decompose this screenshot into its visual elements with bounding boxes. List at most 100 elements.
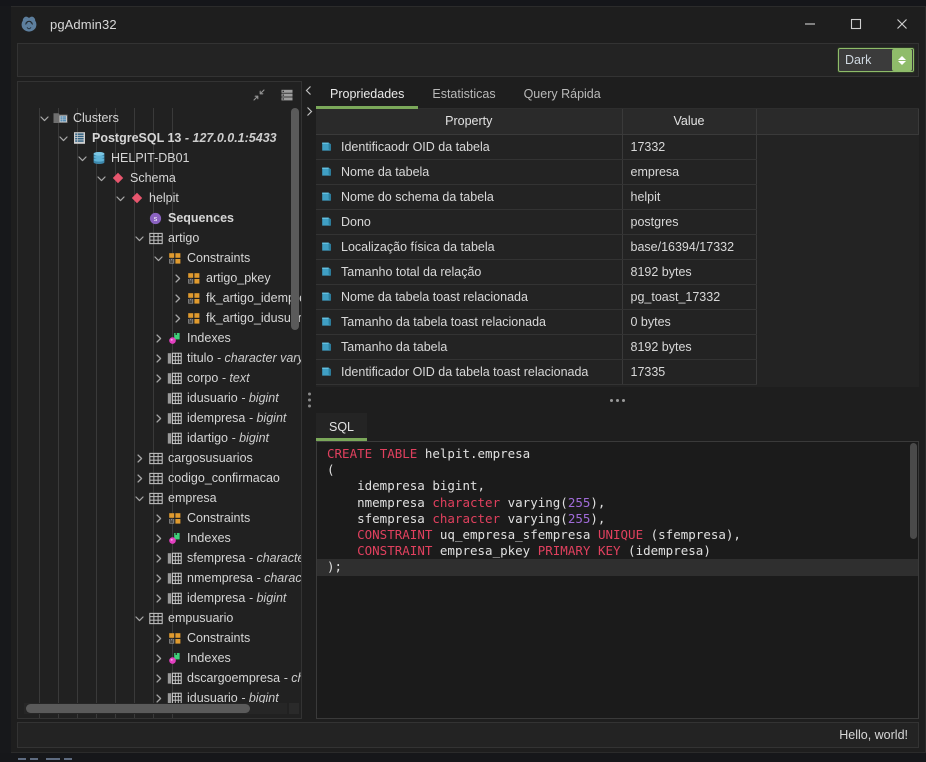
table-row[interactable]: Tamanho total da relação8192 bytes — [316, 259, 919, 284]
chevron-down-icon[interactable] — [74, 153, 90, 164]
tree-vertical-scrollbar[interactable] — [291, 108, 299, 696]
maximize-button[interactable] — [833, 7, 879, 41]
table-row[interactable]: Nome da tabelaempresa — [316, 159, 919, 184]
tree-node[interactable]: idartigo - bigint — [22, 428, 301, 448]
minimize-button[interactable] — [787, 7, 833, 41]
table-row[interactable]: Nome do schema da tabelahelpit — [316, 184, 919, 209]
chevron-left-icon[interactable] — [304, 83, 314, 101]
column-header-value[interactable]: Value — [622, 109, 756, 134]
tree-node[interactable]: sSequences — [22, 208, 301, 228]
tree-node[interactable]: empresa — [22, 488, 301, 508]
main-content-area: ClustersPostgreSQL 13 - 127.0.0.1:5433HE… — [17, 81, 919, 719]
tree-node[interactable]: artigo_pkey — [22, 268, 301, 288]
chevron-down-icon[interactable] — [55, 133, 71, 144]
close-button[interactable] — [879, 7, 925, 41]
chevron-right-icon[interactable] — [150, 653, 166, 664]
sql-code-editor[interactable]: CREATE TABLE helpit.empresa( idempresa b… — [316, 441, 919, 719]
tab-propriedades[interactable]: Propriedades — [316, 80, 418, 108]
table-row[interactable]: Tamanho da tabela toast relacionada0 byt… — [316, 309, 919, 334]
chevron-down-icon[interactable] — [150, 253, 166, 264]
sql-panel-handle[interactable] — [316, 387, 919, 413]
chevron-right-icon[interactable] — [131, 453, 147, 464]
tree-node[interactable]: fk_artigo_idusuario — [22, 308, 301, 328]
tab-sql[interactable]: SQL — [316, 413, 367, 441]
property-name-cell: Nome da tabela — [316, 159, 622, 184]
chevron-right-icon[interactable] — [169, 313, 185, 324]
tree-node[interactable]: Indexes — [22, 648, 301, 668]
tree-node[interactable]: HELPIT-DB01 — [22, 148, 301, 168]
column-header-blank[interactable] — [756, 109, 919, 134]
table-row[interactable]: Donopostgres — [316, 209, 919, 234]
table-row[interactable]: Identificador OID da tabela toast relaci… — [316, 359, 919, 384]
tree-node-label: nmempresa - character v — [187, 571, 301, 585]
table-row[interactable]: Nome da tabela toast relacionadapg_toast… — [316, 284, 919, 309]
chevron-down-icon[interactable] — [131, 233, 147, 244]
chevron-right-icon[interactable] — [169, 273, 185, 284]
tree-node[interactable]: Clusters — [22, 108, 301, 128]
chevron-right-icon[interactable] — [150, 513, 166, 524]
chevron-right-icon[interactable] — [150, 693, 166, 704]
scrollbar-corner — [289, 703, 299, 714]
chevron-right-icon[interactable] — [150, 573, 166, 584]
tree-node[interactable]: idempresa - bigint — [22, 588, 301, 608]
tree-node[interactable]: fk_artigo_idempresa — [22, 288, 301, 308]
chevron-right-icon[interactable] — [150, 553, 166, 564]
tree-horizontal-scrollbar[interactable] — [24, 703, 287, 714]
tree-node[interactable]: cargosusuarios — [22, 448, 301, 468]
sql-vertical-scrollbar[interactable] — [910, 443, 917, 717]
server-list-icon[interactable] — [279, 87, 295, 103]
property-value-cell: 17335 — [622, 359, 756, 384]
tree-node[interactable]: artigo — [22, 228, 301, 248]
chevron-right-icon[interactable] — [150, 353, 166, 364]
tab-query-r-pida[interactable]: Query Rápida — [510, 80, 615, 108]
tree-node[interactable]: Schema — [22, 168, 301, 188]
collapse-arrows-icon[interactable] — [251, 87, 267, 103]
tree-node[interactable]: Indexes — [22, 328, 301, 348]
details-panel: PropriedadesEstatisticasQuery Rápida Pro… — [316, 81, 919, 719]
chevron-down-icon[interactable] — [36, 113, 52, 124]
chevron-right-icon[interactable] — [150, 593, 166, 604]
tree-node[interactable]: titulo - character varying — [22, 348, 301, 368]
tree-node[interactable]: Indexes — [22, 528, 301, 548]
tree-node[interactable]: idempresa - bigint — [22, 408, 301, 428]
tree-node[interactable]: helpit — [22, 188, 301, 208]
tree-node[interactable]: corpo - text — [22, 368, 301, 388]
tree-node[interactable]: idusuario - bigint — [22, 388, 301, 408]
chevron-right-icon[interactable] — [150, 373, 166, 384]
chevron-right-icon[interactable] — [150, 633, 166, 644]
theme-select-stepper-icon[interactable] — [892, 49, 912, 71]
panel-splitter[interactable] — [302, 81, 316, 719]
tab-estatisticas[interactable]: Estatisticas — [418, 80, 509, 108]
chevron-right-icon[interactable] — [304, 104, 314, 122]
table-row[interactable]: Tamanho da tabela8192 bytes — [316, 334, 919, 359]
tree-node[interactable]: sfempresa - character var — [22, 548, 301, 568]
tree-node[interactable]: dscargoempresa - charac — [22, 668, 301, 688]
properties-table-container[interactable]: Property Value Identificaodr OID da tabe… — [316, 109, 919, 387]
tree-node[interactable]: Constraints — [22, 628, 301, 648]
sql-token: (sfempresa), — [643, 527, 741, 542]
tree-node[interactable]: nmempresa - character v — [22, 568, 301, 588]
chevron-down-icon[interactable] — [131, 613, 147, 624]
chevron-right-icon[interactable] — [150, 413, 166, 424]
chevron-right-icon[interactable] — [169, 293, 185, 304]
chevron-down-icon[interactable] — [112, 193, 128, 204]
object-browser-tree[interactable]: ClustersPostgreSQL 13 - 127.0.0.1:5433HE… — [18, 108, 301, 718]
tree-node[interactable]: empusuario — [22, 608, 301, 628]
tree-node[interactable]: codigo_confirmacao — [22, 468, 301, 488]
splitter-drag-handle[interactable] — [308, 393, 311, 408]
chevron-right-icon[interactable] — [150, 533, 166, 544]
tree-node[interactable]: Constraints — [22, 508, 301, 528]
table-row[interactable]: Localização física da tabelabase/16394/1… — [316, 234, 919, 259]
chevron-down-icon[interactable] — [131, 493, 147, 504]
table-row[interactable]: Identificaodr OID da tabela17332 — [316, 134, 919, 159]
sql-code-line: nmempresa character varying(255), — [317, 495, 918, 511]
chevron-down-icon[interactable] — [93, 173, 109, 184]
column-header-property[interactable]: Property — [316, 109, 622, 134]
chevron-right-icon[interactable] — [150, 333, 166, 344]
chevron-right-icon[interactable] — [150, 673, 166, 684]
chevron-right-icon[interactable] — [131, 473, 147, 484]
ellipsis-icon[interactable] — [610, 399, 625, 402]
tree-node[interactable]: PostgreSQL 13 - 127.0.0.1:5433 — [22, 128, 301, 148]
tree-node[interactable]: Constraints — [22, 248, 301, 268]
theme-select[interactable]: Dark — [838, 48, 914, 72]
